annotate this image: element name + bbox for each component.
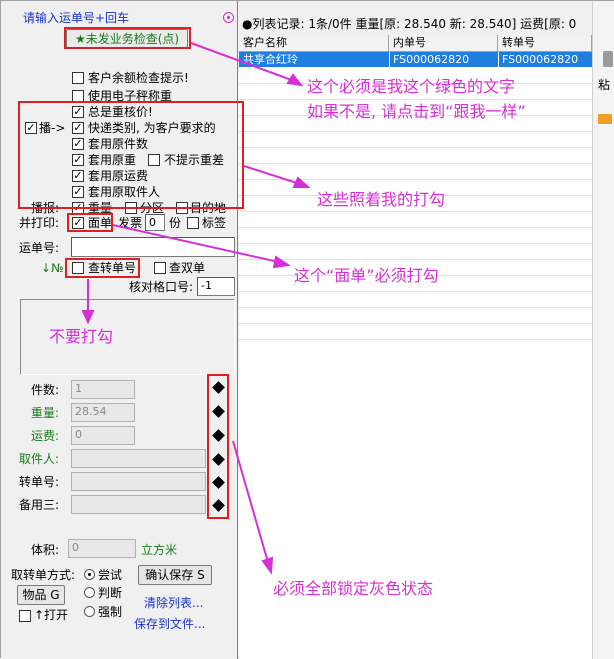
annotation-arrow-line [232, 440, 270, 567]
annotation-note-5: 必须全部锁定灰色状态 [273, 579, 434, 598]
annotation-arrow-head [81, 310, 95, 325]
annotation-arrow-line [190, 42, 298, 83]
annotation-arrow-head [292, 176, 311, 188]
annotation-note-3: 这个“面单”必须打勾 [294, 266, 439, 285]
annotation-arrow-line [243, 165, 304, 186]
annotation-arrow-head [286, 73, 304, 87]
app-window: 请输入运单号+回车 ★未发业务检查(点) 客户余额检查提示! 使用电子秤称重 ✓… [0, 0, 614, 659]
annotation-arrow-head [272, 255, 291, 269]
annotation-note-4: 不要打勾 [49, 327, 114, 346]
annotation-arrow-line [112, 224, 284, 264]
annotation-note-2: 这些照着我的打勾 [317, 190, 446, 209]
annotation-arrow-head [261, 556, 274, 575]
annotation-note-1b: 如果不是, 请点击到“跟我一样” [307, 102, 526, 121]
annotation-note-1a: 这个必须是我这个绿色的文字 [307, 77, 516, 96]
